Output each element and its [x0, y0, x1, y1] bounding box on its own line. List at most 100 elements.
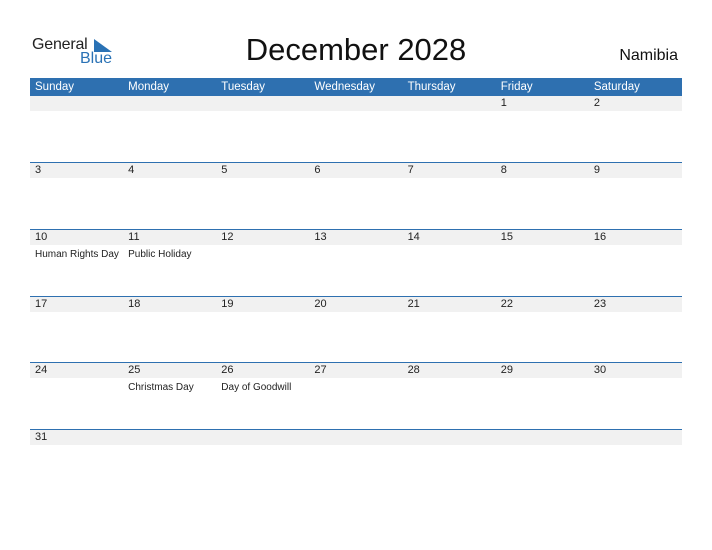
day-cell: 26 Day of Goodwill — [216, 363, 310, 393]
day-cell — [216, 430, 310, 445]
day-number: 24 — [30, 363, 124, 378]
day-number: 2 — [588, 96, 682, 111]
day-number — [402, 430, 496, 445]
holiday-label: Human Rights Day — [35, 249, 119, 260]
day-cell: 6 — [309, 163, 403, 178]
weekday-friday: Friday — [500, 81, 533, 93]
day-cell: 14 — [402, 230, 496, 260]
day-cell: 19 — [216, 297, 310, 312]
day-number — [216, 430, 310, 445]
day-cell — [30, 96, 124, 111]
week-row: 12 — [30, 96, 682, 111]
day-number: 28 — [402, 363, 496, 378]
day-number: 27 — [309, 363, 403, 378]
day-number — [309, 430, 403, 445]
day-cell — [495, 430, 589, 445]
day-number: 6 — [309, 163, 403, 178]
day-number — [402, 96, 496, 111]
day-number: 12 — [216, 230, 310, 245]
week-row: 10 Human Rights Day 11 Public Holiday 12 13 14… — [30, 229, 682, 260]
day-number: 1 — [495, 96, 589, 111]
weekday-saturday: Saturday — [593, 81, 640, 93]
day-cell — [216, 96, 310, 111]
day-number — [216, 96, 310, 111]
day-cell: 3 — [30, 163, 124, 178]
day-cell: 9 — [588, 163, 682, 178]
day-cell: 5 — [216, 163, 310, 178]
day-number — [588, 430, 682, 445]
day-cell — [309, 430, 403, 445]
day-number: 18 — [123, 297, 217, 312]
week-row: 3456789 — [30, 162, 682, 178]
day-number: 7 — [402, 163, 496, 178]
day-cell: 11 Public Holiday — [123, 230, 217, 260]
day-cell: 20 — [309, 297, 403, 312]
day-number: 4 — [123, 163, 217, 178]
day-cell: 1 — [495, 96, 589, 111]
weekday-thursday: Thursday — [407, 81, 456, 93]
day-cell: 12 — [216, 230, 310, 260]
week-row: 17 18 19 20 21 22 23 — [30, 296, 682, 312]
day-number: 13 — [309, 230, 403, 245]
day-cell — [402, 430, 496, 445]
day-number: 25 — [123, 363, 217, 378]
weekday-sunday: Sunday — [35, 81, 75, 93]
day-cell — [123, 430, 217, 445]
holiday-label: Public Holiday — [128, 249, 192, 260]
week-row: 24 25 Christmas Day 26 Day of Goodwill 27 28 29… — [30, 362, 682, 393]
day-cell: 10 Human Rights Day — [30, 230, 124, 260]
day-cell: 31 — [30, 430, 124, 445]
day-number: 23 — [588, 297, 682, 312]
day-number: 8 — [495, 163, 589, 178]
day-number: 3 — [30, 163, 124, 178]
calendar-title: December 2028 — [245, 32, 467, 67]
weekday-header: Sunday Monday Tuesday Wednesday Thursday… — [30, 78, 682, 96]
day-cell: 30 — [588, 363, 682, 393]
day-number: 17 — [30, 297, 124, 312]
day-number: 26 — [216, 363, 310, 378]
day-number: 11 — [123, 230, 217, 245]
day-number: 5 — [216, 163, 310, 178]
country-label: Namibia — [619, 47, 678, 64]
day-number: 21 — [402, 297, 496, 312]
day-cell: 18 — [123, 297, 217, 312]
day-number: 10 — [30, 230, 124, 245]
holiday-label: Day of Goodwill — [221, 382, 292, 393]
day-cell: 24 — [30, 363, 124, 393]
day-number: 29 — [495, 363, 589, 378]
day-number — [495, 430, 589, 445]
day-number: 15 — [495, 230, 589, 245]
day-cell — [588, 430, 682, 445]
weekday-wednesday: Wednesday — [314, 81, 375, 93]
day-number — [309, 96, 403, 111]
day-cell: 21 — [402, 297, 496, 312]
day-cell — [309, 96, 403, 111]
day-cell: 16 — [588, 230, 682, 260]
day-number: 19 — [216, 297, 310, 312]
day-cell: 29 — [495, 363, 589, 393]
day-cell: 17 — [30, 297, 124, 312]
holiday-label: Christmas Day — [128, 382, 194, 393]
day-number: 30 — [588, 363, 682, 378]
weekday-monday: Monday — [128, 81, 170, 93]
day-cell — [123, 96, 217, 111]
day-number — [123, 96, 217, 111]
day-number: 14 — [402, 230, 496, 245]
day-number — [123, 430, 217, 445]
day-cell: 23 — [588, 297, 682, 312]
day-cell: 4 — [123, 163, 217, 178]
weekday-tuesday: Tuesday — [221, 81, 265, 93]
day-cell: 8 — [495, 163, 589, 178]
day-cell — [402, 96, 496, 111]
day-cell: 25 Christmas Day — [123, 363, 217, 393]
week-row: 31 — [30, 429, 682, 445]
day-cell: 28 — [402, 363, 496, 393]
day-number: 16 — [588, 230, 682, 245]
day-cell: 13 — [309, 230, 403, 260]
day-number: 9 — [588, 163, 682, 178]
day-cell: 7 — [402, 163, 496, 178]
day-number: 20 — [309, 297, 403, 312]
day-number: 31 — [30, 430, 124, 445]
day-number — [30, 96, 124, 111]
day-cell: 27 — [309, 363, 403, 393]
